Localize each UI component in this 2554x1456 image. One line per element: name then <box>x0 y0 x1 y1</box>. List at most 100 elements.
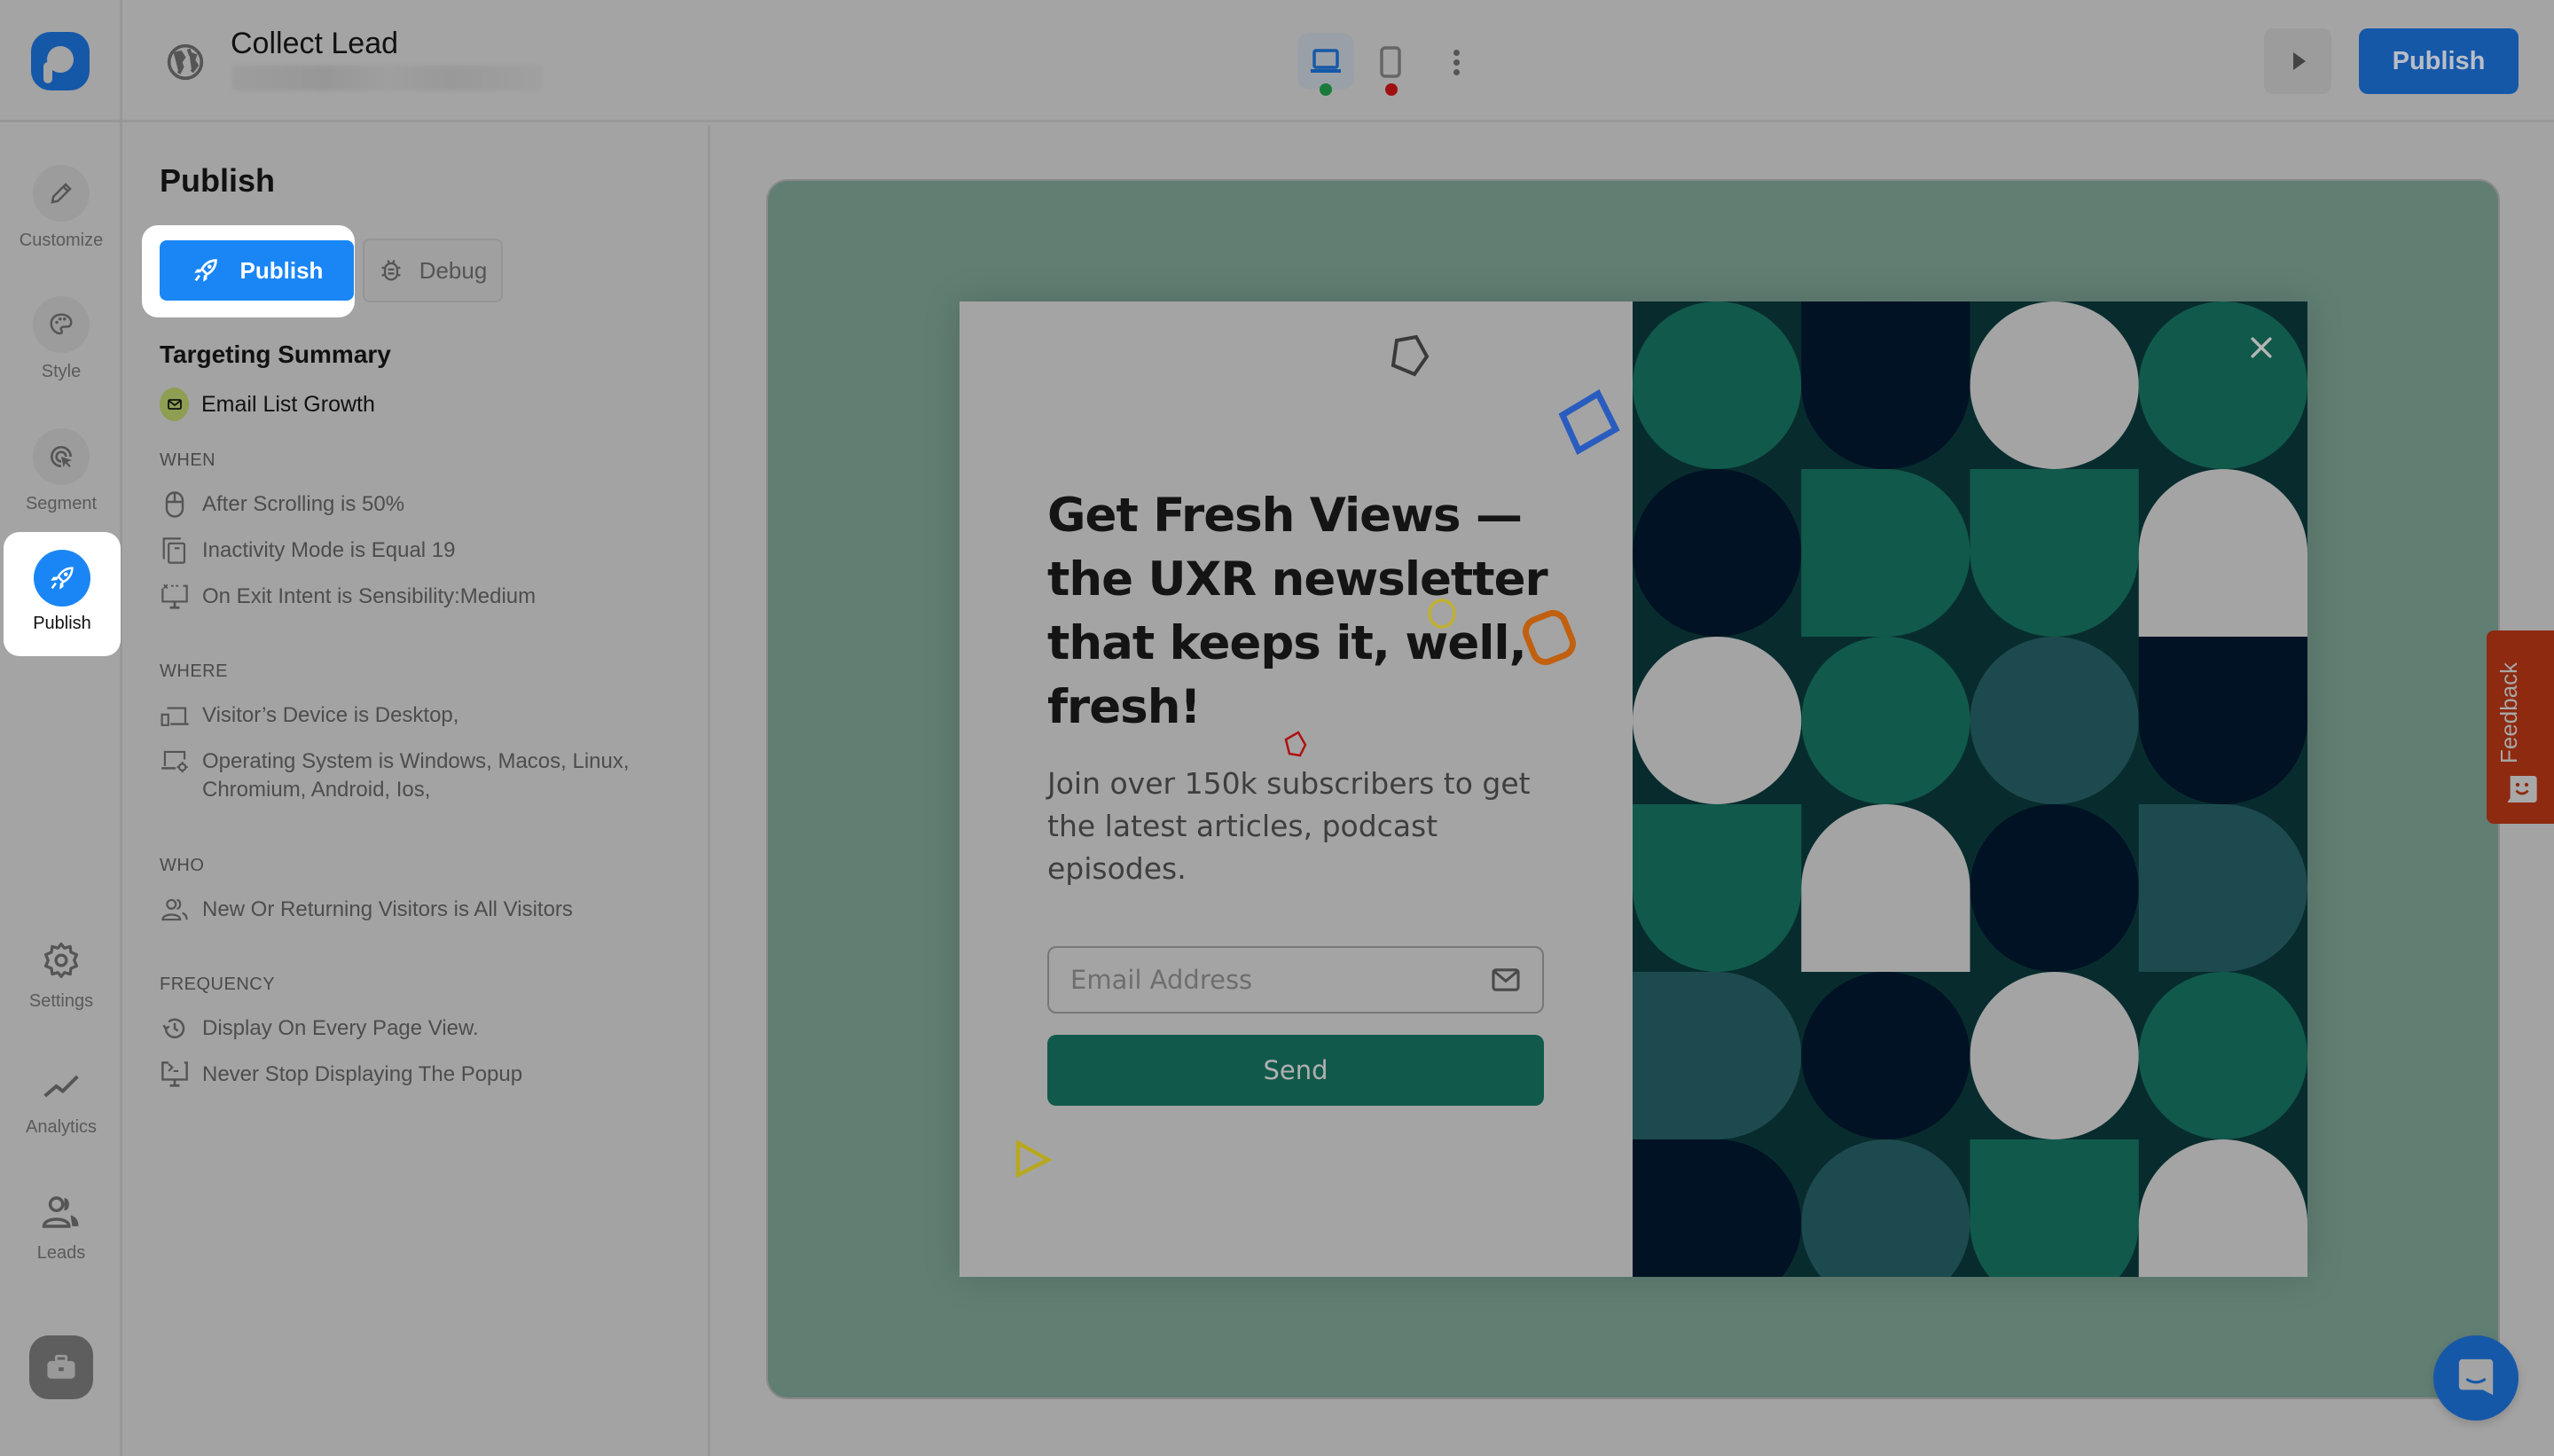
rocket-icon <box>51 567 74 590</box>
devices-icon <box>160 701 190 730</box>
condition-row: On Exit Intent is Sensibility:Medium <box>160 583 656 611</box>
desktop-view-toggle[interactable] <box>1297 33 1354 90</box>
popup-close-button[interactable] <box>2233 319 2290 376</box>
section-when: WHEN After Scrolling is 50% Inactivity M… <box>160 450 656 629</box>
rail-label: Publish <box>33 614 91 633</box>
section-heading: FREQUENCY <box>160 975 276 994</box>
more-dot <box>1453 68 1460 75</box>
globe-icon <box>167 43 204 81</box>
briefcase-icon <box>47 1354 75 1379</box>
campaign-goal: Email List Growth <box>160 387 375 421</box>
condition-text: Inactivity Mode is Equal 19 <box>202 538 456 562</box>
condition-row: Visitor’s Device is Desktop, <box>160 701 656 730</box>
geometric-pattern <box>1633 301 2307 1277</box>
palette-icon <box>50 313 73 335</box>
publish-button[interactable]: Publish <box>160 240 354 301</box>
monitor-terminal-icon <box>160 1061 190 1089</box>
left-rail: Customize Style Segment Publish Settings… <box>0 122 122 1456</box>
send-button[interactable]: Send <box>1047 1035 1544 1106</box>
bug-icon <box>380 260 401 281</box>
gear-icon <box>43 943 79 978</box>
condition-row: Operating System is Windows, Macos, Linu… <box>160 748 656 804</box>
condition-text: Display On Every Page View. <box>202 1016 479 1040</box>
rail-item-settings[interactable]: Settings <box>0 938 122 1012</box>
popup-pattern-image <box>1633 301 2307 1277</box>
popup-preview: Get Fresh Views — the UXR newsletter tha… <box>960 301 2307 1277</box>
support-chat-button[interactable] <box>2433 1335 2519 1421</box>
debug-button-label: Debug <box>419 256 488 284</box>
rail-label: Settings <box>28 991 94 1011</box>
condition-text: On Exit Intent is Sensibility:Medium <box>202 584 537 608</box>
feedback-tab[interactable]: Feedback <box>2487 630 2554 824</box>
close-icon <box>2251 337 2272 358</box>
condition-text: After Scrolling is 50% <box>202 492 405 516</box>
mobile-status-dot <box>1385 83 1398 96</box>
pattern-shape <box>2138 972 2307 1139</box>
envelope-icon <box>1492 968 1520 991</box>
pattern-shape <box>1633 804 1802 972</box>
condition-text: Visitor’s Device is Desktop, <box>202 703 459 727</box>
section-heading: WHEN <box>160 450 216 470</box>
pattern-shape <box>1970 804 2139 972</box>
rail-item-analytics[interactable]: Analytics <box>0 1064 122 1138</box>
panel-title: Publish <box>160 162 276 199</box>
campaign-title[interactable]: Collect Lead <box>231 27 398 61</box>
rail-item-leads[interactable]: Leads <box>0 1190 122 1264</box>
goal-label: Email List Growth <box>201 391 375 417</box>
rail-item-segment[interactable]: Segment <box>0 428 122 514</box>
rail-item-customize[interactable]: Customize <box>0 165 122 251</box>
rail-icon-wrap <box>0 938 122 982</box>
envelope-icon <box>167 399 182 410</box>
pentagon-shape-icon <box>1391 334 1430 377</box>
app-logo[interactable] <box>30 32 90 90</box>
pencil-icon <box>51 183 72 204</box>
rail-icon-wrap <box>0 1064 122 1108</box>
pattern-shape <box>2138 469 2307 637</box>
pattern-shape <box>1970 301 2139 469</box>
logo-cell <box>0 0 122 122</box>
pattern-shape <box>1801 804 1970 972</box>
trend-line-icon <box>43 1075 79 1098</box>
targeting-summary-title: Targeting Summary <box>160 341 391 368</box>
target-cursor-icon <box>51 446 72 467</box>
debug-button[interactable]: Debug <box>363 239 503 302</box>
mobile-view-toggle[interactable] <box>1373 43 1408 82</box>
laptop-gear-icon <box>160 748 190 776</box>
mouse-icon <box>160 490 190 519</box>
condition-text: Operating System is Windows, Macos, Linu… <box>202 749 630 802</box>
pattern-shape <box>1970 1139 2139 1277</box>
pattern-shape <box>1801 1139 1970 1277</box>
rail-item-publish[interactable]: Publish <box>4 532 121 656</box>
condition-text: New Or Returning Visitors is All Visitor… <box>202 897 573 921</box>
pattern-shape <box>1633 972 1802 1139</box>
email-input[interactable] <box>1070 965 1491 995</box>
workspace-button[interactable] <box>29 1335 93 1399</box>
rocket-icon <box>193 259 217 282</box>
more-options-button[interactable] <box>1445 43 1467 82</box>
condition-text: Never Stop Displaying The Popup <box>202 1062 523 1086</box>
chat-icon <box>2458 1358 2494 1396</box>
popup-content: Get Fresh Views — the UXR newsletter tha… <box>960 301 1633 1277</box>
rail-label: Analytics <box>25 1117 98 1137</box>
users-icon <box>42 1196 79 1228</box>
preview-button[interactable] <box>2264 28 2331 94</box>
header-publish-button[interactable]: Publish <box>2359 28 2519 94</box>
rail-item-style[interactable]: Style <box>0 296 122 382</box>
rail-label: Segment <box>25 494 98 513</box>
more-dot <box>1453 49 1460 56</box>
play-icon <box>2293 52 2306 70</box>
section-heading: WHO <box>160 856 205 875</box>
section-frequency: FREQUENCY Display On Every Page View. Ne… <box>160 975 656 1107</box>
section-heading: WHERE <box>160 661 228 681</box>
section-where: WHERE Visitor’s Device is Desktop, Opera… <box>160 661 656 822</box>
rail-label: Customize <box>19 231 104 250</box>
pages-icon <box>160 536 190 565</box>
exit-monitor-icon <box>160 583 190 611</box>
email-field[interactable] <box>1047 946 1544 1014</box>
campaign-url-blurred <box>232 66 543 90</box>
users-icon <box>160 896 190 924</box>
desktop-status-dot <box>1320 83 1332 96</box>
condition-row: Inactivity Mode is Equal 19 <box>160 536 656 565</box>
condition-row: Display On Every Page View. <box>160 1014 656 1043</box>
more-dot <box>1453 59 1460 66</box>
